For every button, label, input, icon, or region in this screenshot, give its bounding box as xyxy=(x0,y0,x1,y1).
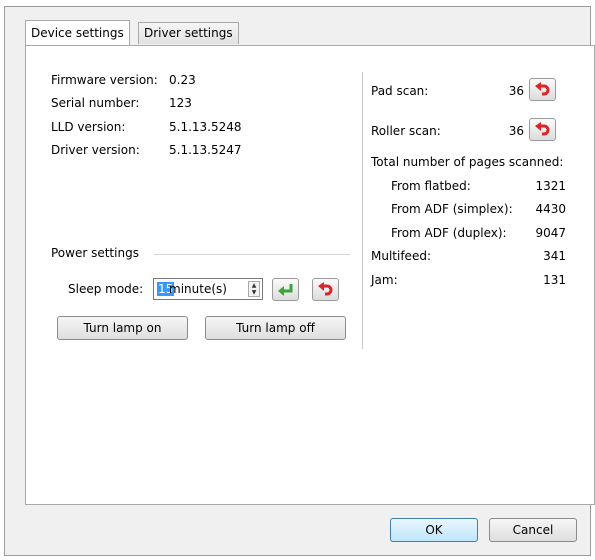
turn-lamp-off-button[interactable]: Turn lamp off xyxy=(205,316,346,340)
from-adf-simplex-label: From ADF (simplex): xyxy=(391,202,513,216)
power-settings-heading: Power settings xyxy=(51,246,139,260)
column-separator xyxy=(362,72,363,349)
apply-sleep-button[interactable] xyxy=(272,278,299,301)
cancel-button[interactable]: Cancel xyxy=(489,518,577,542)
multifeed-label: Multifeed: xyxy=(371,249,431,263)
lld-label: LLD version: xyxy=(51,120,126,134)
reset-pad-scan-button[interactable] xyxy=(529,78,556,101)
serial-label: Serial number: xyxy=(51,96,140,110)
from-adf-simplex-value: 4430 xyxy=(535,202,566,216)
jam-label: Jam: xyxy=(371,273,398,287)
reset-roller-scan-button[interactable] xyxy=(529,118,556,141)
pad-scan-label: Pad scan: xyxy=(371,84,429,98)
tab-device-settings[interactable]: Device settings xyxy=(25,20,130,45)
firmware-label: Firmware version: xyxy=(51,73,158,87)
driver-version-label: Driver version: xyxy=(51,143,140,157)
undo-arrow-icon xyxy=(318,281,333,295)
settings-dialog: Device settings Driver settings Firmware… xyxy=(4,6,595,556)
turn-lamp-on-button[interactable]: Turn lamp on xyxy=(57,316,188,340)
firmware-value: 0.23 xyxy=(169,73,196,87)
reset-sleep-button[interactable] xyxy=(312,278,339,301)
tab-driver-settings-label: Driver settings xyxy=(144,26,233,40)
pad-scan-value: 36 xyxy=(508,84,524,98)
from-adf-duplex-label: From ADF (duplex): xyxy=(391,226,507,240)
stepper-arrows[interactable]: ▲ ▼ xyxy=(248,281,260,297)
turn-lamp-off-label: Turn lamp off xyxy=(236,321,315,335)
lld-value: 5.1.13.5248 xyxy=(169,120,242,134)
ok-label: OK xyxy=(425,523,443,537)
enter-arrow-icon xyxy=(278,283,293,296)
undo-arrow-icon xyxy=(535,121,550,135)
sleep-mode-unit: minute(s) xyxy=(169,282,227,296)
roller-scan-label: Roller scan: xyxy=(371,124,441,138)
ok-button[interactable]: OK xyxy=(390,518,478,542)
jam-value: 131 xyxy=(543,273,566,287)
sleep-mode-stepper[interactable]: 15 minute(s) ▲ ▼ xyxy=(153,278,263,300)
device-settings-panel: Firmware version: 0.23 Serial number: 12… xyxy=(25,45,595,505)
roller-scan-value: 36 xyxy=(508,124,524,138)
tab-device-settings-label: Device settings xyxy=(31,26,124,40)
from-flatbed-label: From flatbed: xyxy=(391,179,471,193)
stepper-down-icon[interactable]: ▼ xyxy=(249,289,259,296)
from-flatbed-value: 1321 xyxy=(535,179,566,193)
serial-value: 123 xyxy=(169,96,192,110)
stepper-up-icon[interactable]: ▲ xyxy=(249,282,259,289)
turn-lamp-on-label: Turn lamp on xyxy=(83,321,162,335)
multifeed-value: 341 xyxy=(543,249,566,263)
total-pages-label: Total number of pages scanned: xyxy=(371,155,564,169)
driver-version-value: 5.1.13.5247 xyxy=(169,143,242,157)
sleep-mode-label: Sleep mode: xyxy=(68,282,144,296)
from-adf-duplex-value: 9047 xyxy=(535,226,566,240)
cancel-label: Cancel xyxy=(512,523,554,537)
tab-driver-settings[interactable]: Driver settings xyxy=(138,22,239,44)
undo-arrow-icon xyxy=(535,81,550,95)
power-settings-divider xyxy=(154,254,350,255)
